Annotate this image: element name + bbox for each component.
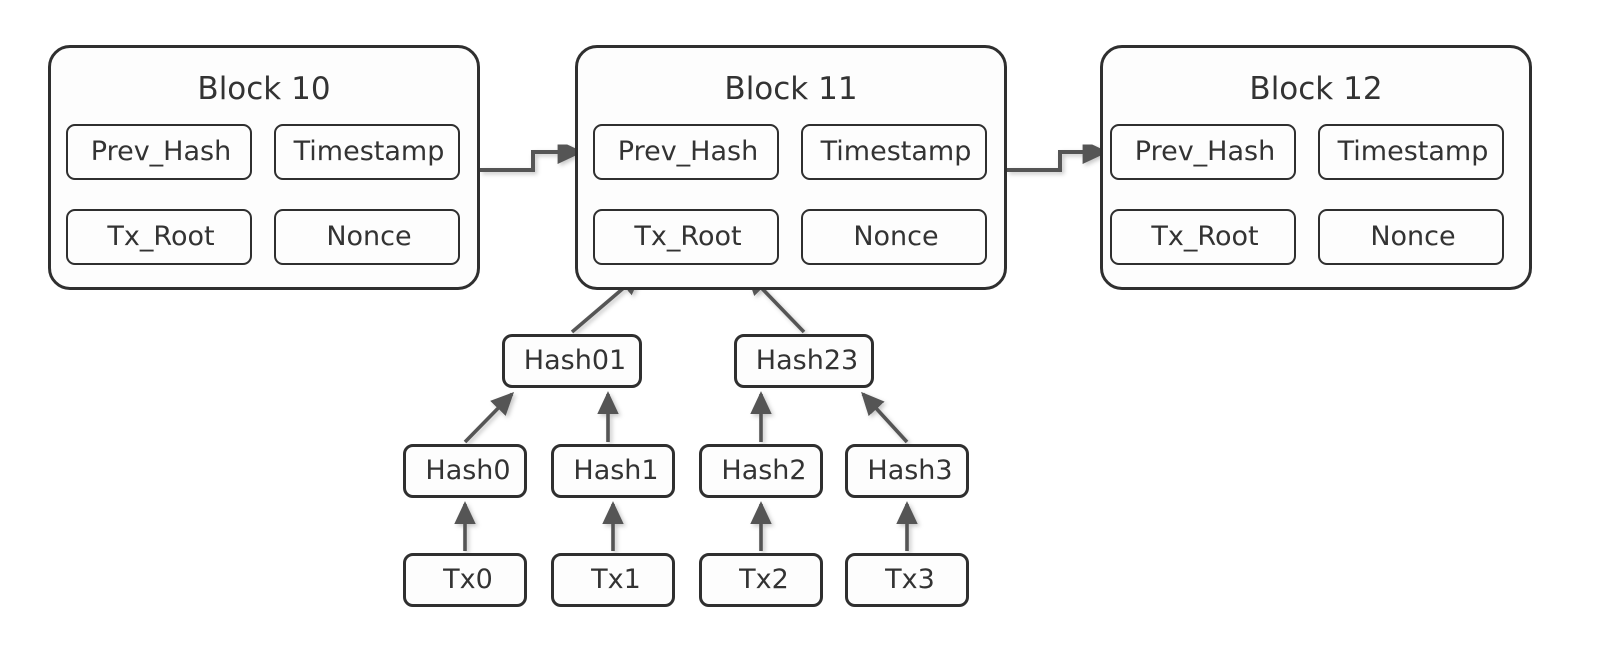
field-tx-root[interactable]: Tx_Root bbox=[593, 209, 779, 265]
field-label: Tx_Root bbox=[107, 221, 215, 252]
merkle-node-hash2[interactable]: Hash2 bbox=[699, 444, 823, 498]
transaction-node-label: Tx3 bbox=[885, 564, 935, 595]
field-label: Prev_Hash bbox=[617, 136, 759, 167]
transaction-node-tx1[interactable]: Tx1 bbox=[551, 553, 675, 607]
block-title: Block 10 bbox=[197, 71, 331, 107]
transaction-node-tx0[interactable]: Tx0 bbox=[403, 553, 527, 607]
diagram-canvas: Block 10 Prev_Hash Timestamp Tx_Root Non… bbox=[0, 0, 1600, 664]
field-prev-hash[interactable]: Prev_Hash bbox=[1110, 124, 1296, 180]
merkle-node-label: Hash01 bbox=[523, 345, 627, 376]
field-label: Prev_Hash bbox=[1134, 136, 1276, 167]
merkle-node-label: Hash3 bbox=[867, 455, 953, 486]
field-prev-hash[interactable]: Prev_Hash bbox=[66, 124, 252, 180]
chain-link-11-to-12 bbox=[1007, 140, 1109, 172]
field-nonce[interactable]: Nonce bbox=[274, 209, 460, 265]
field-label: Nonce bbox=[853, 221, 939, 252]
field-nonce[interactable]: Nonce bbox=[1318, 209, 1504, 265]
merkle-node-hash23[interactable]: Hash23 bbox=[734, 334, 874, 388]
merkle-node-hash1[interactable]: Hash1 bbox=[551, 444, 675, 498]
transaction-node-label: Tx0 bbox=[443, 564, 493, 595]
transaction-node-tx2[interactable]: Tx2 bbox=[699, 553, 823, 607]
field-nonce[interactable]: Nonce bbox=[801, 209, 987, 265]
field-label: Prev_Hash bbox=[90, 136, 232, 167]
transaction-node-label: Tx1 bbox=[591, 564, 641, 595]
block-title: Block 12 bbox=[1249, 71, 1383, 107]
field-tx-root[interactable]: Tx_Root bbox=[1110, 209, 1296, 265]
field-tx-root[interactable]: Tx_Root bbox=[66, 209, 252, 265]
transaction-node-label: Tx2 bbox=[739, 564, 789, 595]
merkle-node-hash01[interactable]: Hash01 bbox=[502, 334, 642, 388]
field-label: Timestamp bbox=[293, 136, 445, 167]
transaction-node-tx3[interactable]: Tx3 bbox=[845, 553, 969, 607]
block-title: Block 11 bbox=[724, 71, 858, 107]
tree-link-hash3-to-hash23 bbox=[861, 391, 909, 444]
merkle-node-label: Hash1 bbox=[573, 455, 659, 486]
field-prev-hash[interactable]: Prev_Hash bbox=[593, 124, 779, 180]
field-label: Nonce bbox=[1370, 221, 1456, 252]
field-label: Timestamp bbox=[820, 136, 972, 167]
merkle-node-label: Hash2 bbox=[721, 455, 807, 486]
merkle-node-label: Hash23 bbox=[755, 345, 859, 376]
merkle-node-hash3[interactable]: Hash3 bbox=[845, 444, 969, 498]
field-timestamp[interactable]: Timestamp bbox=[801, 124, 987, 180]
field-label: Nonce bbox=[326, 221, 412, 252]
merkle-node-label: Hash0 bbox=[425, 455, 511, 486]
field-label: Timestamp bbox=[1337, 136, 1489, 167]
field-label: Tx_Root bbox=[1151, 221, 1259, 252]
field-timestamp[interactable]: Timestamp bbox=[274, 124, 460, 180]
field-label: Tx_Root bbox=[634, 221, 742, 252]
tree-link-hash0-to-hash01 bbox=[463, 391, 515, 444]
merkle-node-hash0[interactable]: Hash0 bbox=[403, 444, 527, 498]
chain-link-10-to-11 bbox=[480, 140, 584, 172]
field-timestamp[interactable]: Timestamp bbox=[1318, 124, 1504, 180]
